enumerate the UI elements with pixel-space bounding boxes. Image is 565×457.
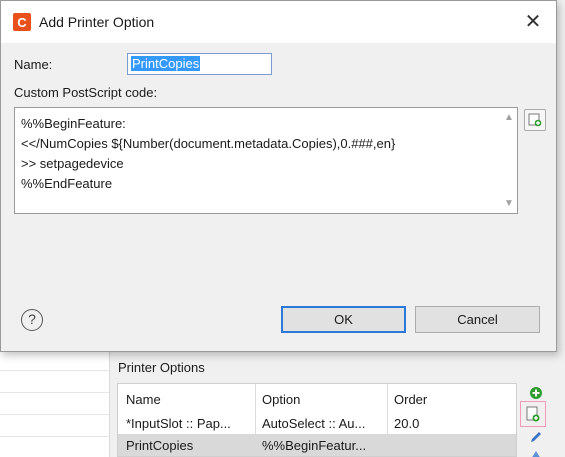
table-cell-name: PrintCopies	[126, 438, 194, 453]
insert-variable-icon	[528, 113, 542, 127]
table-cell-option: AutoSelect :: Au...	[262, 416, 366, 431]
code-line: %%BeginFeature:	[21, 116, 126, 131]
table-cell-order: 20.0	[394, 416, 420, 431]
scroll-up-arrow-icon[interactable]: ▲	[504, 112, 514, 123]
close-icon[interactable]: ✕	[520, 9, 546, 35]
ok-button[interactable]: OK	[281, 306, 406, 333]
name-field-value: PrintCopies	[131, 56, 201, 71]
code-line: >> setpagedevice	[21, 156, 124, 171]
dialog-title: Add Printer Option	[39, 14, 155, 30]
printer-options-title: Printer Options	[118, 360, 205, 375]
insert-variable-button[interactable]	[524, 109, 546, 131]
help-icon[interactable]: ?	[21, 309, 43, 331]
table-header: Name Option Order	[118, 388, 516, 410]
code-scrollbar[interactable]: ▲ ▼	[500, 108, 517, 213]
table-cell-name: *InputSlot :: Pap...	[126, 416, 231, 431]
new-option-icon[interactable]	[520, 401, 546, 427]
dialog-titlebar: C Add Printer Option ✕	[1, 1, 556, 43]
column-header-order: Order	[394, 392, 428, 407]
add-printer-option-dialog: C Add Printer Option ✕ Name: PrintCopies…	[0, 0, 557, 352]
cancel-button[interactable]: Cancel	[415, 306, 540, 333]
table-row[interactable]: *InputSlot :: Pap... AutoSelect :: Au...…	[118, 412, 516, 434]
code-label: Custom PostScript code:	[14, 85, 158, 100]
background-list	[0, 352, 110, 457]
postscript-code-textarea[interactable]: %%BeginFeature: <</NumCopies ${Number(do…	[14, 107, 518, 214]
column-header-name: Name	[126, 392, 161, 407]
name-label: Name:	[14, 57, 53, 72]
code-line: %%EndFeature	[21, 176, 113, 191]
add-icon[interactable]	[527, 384, 545, 402]
move-icon[interactable]	[527, 446, 545, 457]
table-cell-option: %%BeginFeatur...	[262, 438, 367, 453]
table-row-selected[interactable]: PrintCopies %%BeginFeatur...	[118, 434, 516, 456]
code-line: <</NumCopies ${Number(document.metadata.…	[21, 136, 396, 151]
name-field[interactable]: PrintCopies	[127, 53, 272, 75]
printer-options-table: Name Option Order *InputSlot :: Pap... A…	[117, 383, 517, 457]
app-logo-icon: C	[13, 13, 31, 31]
column-header-option: Option	[262, 392, 301, 407]
edit-icon[interactable]	[527, 428, 545, 446]
scroll-down-arrow-icon[interactable]: ▼	[504, 198, 514, 209]
